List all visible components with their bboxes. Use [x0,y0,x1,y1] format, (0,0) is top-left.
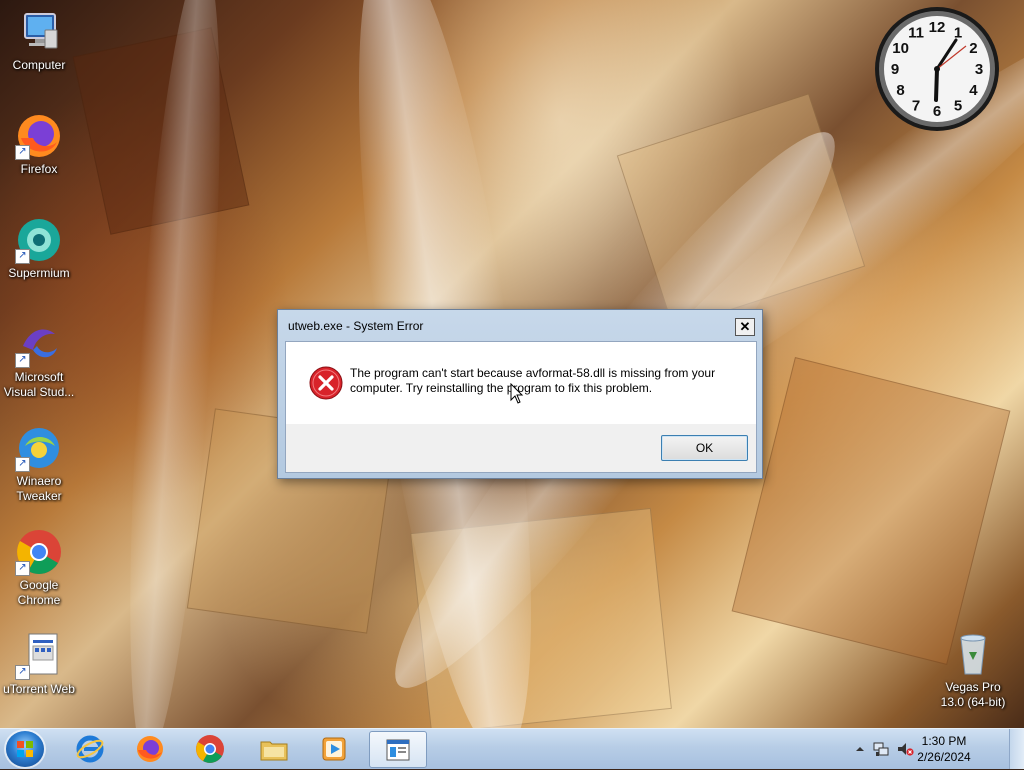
shortcut-arrow-icon: ↗ [15,665,30,680]
taskbar-file-explorer[interactable] [246,731,302,766]
dialog-content: The program can't start because avformat… [285,341,757,473]
desktop-icon-label: uTorrent Web [3,682,75,696]
clock-number: 4 [969,82,978,99]
clock-date[interactable]: 2/26/2024 [916,750,972,764]
taskbar-utweb-window[interactable] [369,731,427,768]
clock-number: 5 [954,97,962,114]
clock-number: 6 [933,103,941,120]
recycle-bin-icon [949,630,997,678]
network-icon[interactable] [872,740,890,758]
desktop-icon-label: Google Chrome [17,578,61,607]
desktop-icon-utorrent-web[interactable]: ↗ uTorrent Web [0,632,78,697]
dialog-button-bar: OK [286,424,756,472]
firefox-icon: ↗ [15,112,63,160]
desktop-icon-visual-studio[interactable]: ↗ Microsoft Visual Stud... [0,320,78,400]
utorrent-web-icon: ↗ [15,632,63,680]
error-icon [309,366,343,400]
clock-number: 10 [892,40,909,57]
show-desktop-button[interactable] [1009,729,1024,769]
error-message: The program can't start because avformat… [350,366,716,395]
clock-number: 7 [912,97,920,114]
internet-explorer-icon [76,735,104,763]
shortcut-arrow-icon: ↗ [15,249,30,264]
ok-button[interactable]: OK [661,435,748,461]
desktop-icon-vegas-pro[interactable]: Vegas Pro 13.0 (64-bit) [934,630,1012,710]
desktop-icon-label: Firefox [20,162,58,176]
media-player-icon [322,737,346,761]
desktop-icon-label: Computer [12,58,66,72]
supermium-icon: ↗ [15,216,63,264]
desktop-icon-computer[interactable]: Computer [0,8,78,73]
start-button[interactable] [6,731,44,767]
taskbar-chrome[interactable] [182,731,238,766]
clock-gadget[interactable]: 12 1 2 3 4 5 6 7 8 9 10 11 [874,6,1000,132]
utweb-window-icon [386,739,410,761]
system-tray: 1:30 PM 2/26/2024 [854,729,1024,769]
winaero-tweaker-icon: ↗ [15,424,63,472]
desktop-icon-label: Winaero Tweaker [16,474,62,503]
desktop-icon-winaero-tweaker[interactable]: ↗ Winaero Tweaker [0,424,78,504]
shortcut-arrow-icon: ↗ [15,353,30,368]
clock-time[interactable]: 1:30 PM [916,734,972,748]
chrome-icon [196,735,224,763]
taskbar-internet-explorer[interactable] [62,731,118,766]
shortcut-arrow-icon: ↗ [15,457,30,472]
visual-studio-icon: ↗ [15,320,63,368]
shortcut-arrow-icon: ↗ [15,145,30,160]
windows-logo-icon [17,741,33,757]
mouse-cursor-icon [510,382,524,405]
clock-number: 11 [908,25,924,42]
clock-number: 3 [975,61,983,78]
clock-number: 2 [969,40,977,57]
clock-number: 9 [891,61,899,78]
dialog-title: utweb.exe - System Error [288,319,424,333]
show-hidden-icons-icon[interactable] [854,743,866,755]
desktop-icon-supermium[interactable]: ↗ Supermium [0,216,78,281]
desktop-icon-firefox[interactable]: ↗ Firefox [0,112,78,177]
desktop-icon-label: Vegas Pro 13.0 (64-bit) [940,680,1006,709]
chrome-icon: ↗ [15,528,63,576]
firefox-icon [137,736,163,762]
taskbar: 1:30 PM 2/26/2024 [0,728,1024,769]
desktop-icon-label: Supermium [8,266,70,280]
taskbar-firefox[interactable] [122,731,178,766]
hour-hand [934,67,939,102]
clock-number: 12 [929,19,946,36]
taskbar-media-player[interactable] [306,731,362,766]
file-explorer-icon [260,741,288,761]
clock-number: 8 [896,82,904,99]
desktop-icon-label: Microsoft Visual Stud... [3,370,75,399]
volume-muted-icon[interactable] [896,740,914,758]
close-button[interactable]: ✕ [735,318,755,336]
shortcut-arrow-icon: ↗ [15,561,30,576]
desktop-icon-google-chrome[interactable]: ↗ Google Chrome [0,528,78,608]
computer-icon [15,8,63,56]
